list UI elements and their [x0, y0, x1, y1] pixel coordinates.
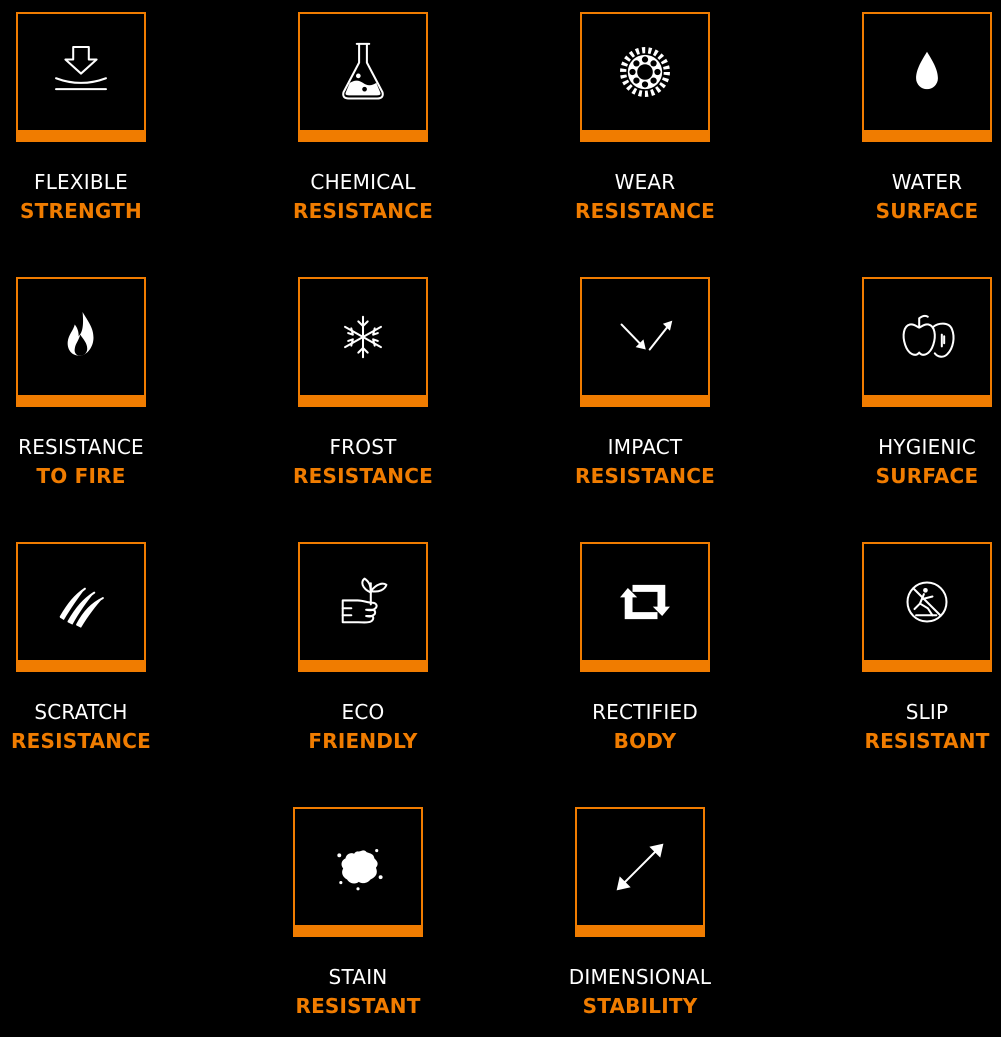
hygienic-surface-icon-box: [862, 277, 992, 407]
no-slip-icon: [906, 581, 948, 623]
chemical-flask-icon: [342, 42, 384, 100]
dimension-arrow-icon: [616, 843, 664, 891]
gear-wear-icon: [620, 46, 670, 97]
feature-title-line1: SCRATCH: [34, 700, 128, 724]
feature-impact-resistance: IMPACT RESISTANCE: [560, 277, 730, 507]
feature-title-line2: TO FIRE: [36, 464, 126, 488]
resistance-to-fire-icon-box: [16, 277, 146, 407]
chemical-resistance-icon-box: [298, 12, 428, 142]
feature-title-line2: SURFACE: [875, 199, 979, 223]
feature-title-line2: RESISTANCE: [575, 199, 715, 223]
feature-title-line2: RESISTANCE: [11, 729, 151, 753]
feature-scratch-resistance: SCRATCH RESISTANCE: [0, 542, 166, 772]
feature-title-line1: STAIN: [328, 965, 388, 989]
water-drop-icon: [916, 51, 938, 90]
feature-eco-friendly: ECO FRIENDLY: [278, 542, 448, 772]
feature-title-line2: RESISTANCE: [293, 464, 433, 488]
feature-chemical-resistance: CHEMICAL RESISTANCE: [278, 12, 448, 242]
feature-dimensional-stability: DIMENSIONAL STABILITY: [555, 807, 725, 1037]
feature-title-line1: IMPACT: [607, 435, 683, 459]
flexible-strength-icon-box: [16, 12, 146, 142]
feature-water-surface: WATER SURFACE: [842, 12, 1001, 242]
feature-resistance-to-fire: RESISTANCE TO FIRE: [0, 277, 166, 507]
feature-title-line1: RECTIFIED: [592, 700, 698, 724]
wear-resistance-icon-box: [580, 12, 710, 142]
dimensional-stability-icon-box: [575, 807, 705, 937]
feature-title-line1: WEAR: [614, 170, 676, 194]
scratch-claw-icon: [59, 587, 104, 628]
feature-title-line2: STRENGTH: [20, 199, 142, 223]
feature-title-line2: RESISTANCE: [575, 464, 715, 488]
eco-hand-plant-icon: [341, 577, 388, 624]
feature-title-line1: FROST: [329, 435, 397, 459]
scratch-resistance-icon-box: [16, 542, 146, 672]
impact-resistance-icon-box: [580, 277, 710, 407]
stain-resistant-icon-box: [293, 807, 423, 937]
feature-flexible-strength: FLEXIBLE STRENGTH: [0, 12, 166, 242]
flexible-strength-icon: [55, 45, 107, 91]
feature-title-line1: SLIP: [905, 700, 949, 724]
feature-title-line1: DIMENSIONAL: [568, 965, 712, 989]
feature-hygienic-surface: HYGIENIC SURFACE: [842, 277, 1001, 507]
feature-title-line1: RESISTANCE: [18, 435, 144, 459]
feature-title-line1: WATER: [891, 170, 963, 194]
feature-title-line2: FRIENDLY: [308, 729, 418, 753]
feature-title-line2: SURFACE: [875, 464, 979, 488]
feature-rectified-body: RECTIFIED BODY: [560, 542, 730, 772]
water-surface-icon-box: [862, 12, 992, 142]
frost-resistance-icon-box: [298, 277, 428, 407]
rectified-arrows-icon: [620, 584, 670, 620]
feature-title-line2: RESISTANT: [864, 729, 990, 753]
apple-hygiene-icon: [902, 314, 955, 358]
feature-title-line1: CHEMICAL: [310, 170, 416, 194]
feature-stain-resistant: STAIN RESISTANT: [273, 807, 443, 1037]
fire-icon: [67, 311, 94, 356]
feature-title-line2: BODY: [613, 729, 677, 753]
feature-title-line1: ECO: [341, 700, 385, 724]
feature-title-line1: FLEXIBLE: [34, 170, 128, 194]
feature-title-line2: RESISTANCE: [293, 199, 433, 223]
feature-title-line2: STABILITY: [582, 994, 698, 1018]
eco-friendly-icon-box: [298, 542, 428, 672]
feature-slip-resistant: SLIP RESISTANT: [842, 542, 1001, 772]
impact-arrows-icon: [620, 320, 673, 351]
feature-title-line2: RESISTANT: [295, 994, 421, 1018]
rectified-body-icon-box: [580, 542, 710, 672]
slip-resistant-icon-box: [862, 542, 992, 672]
feature-wear-resistance: WEAR RESISTANCE: [560, 12, 730, 242]
snowflake-icon: [344, 315, 382, 359]
stain-splat-icon: [337, 849, 383, 891]
feature-title-line1: HYGIENIC: [878, 435, 976, 459]
feature-frost-resistance: FROST RESISTANCE: [278, 277, 448, 507]
